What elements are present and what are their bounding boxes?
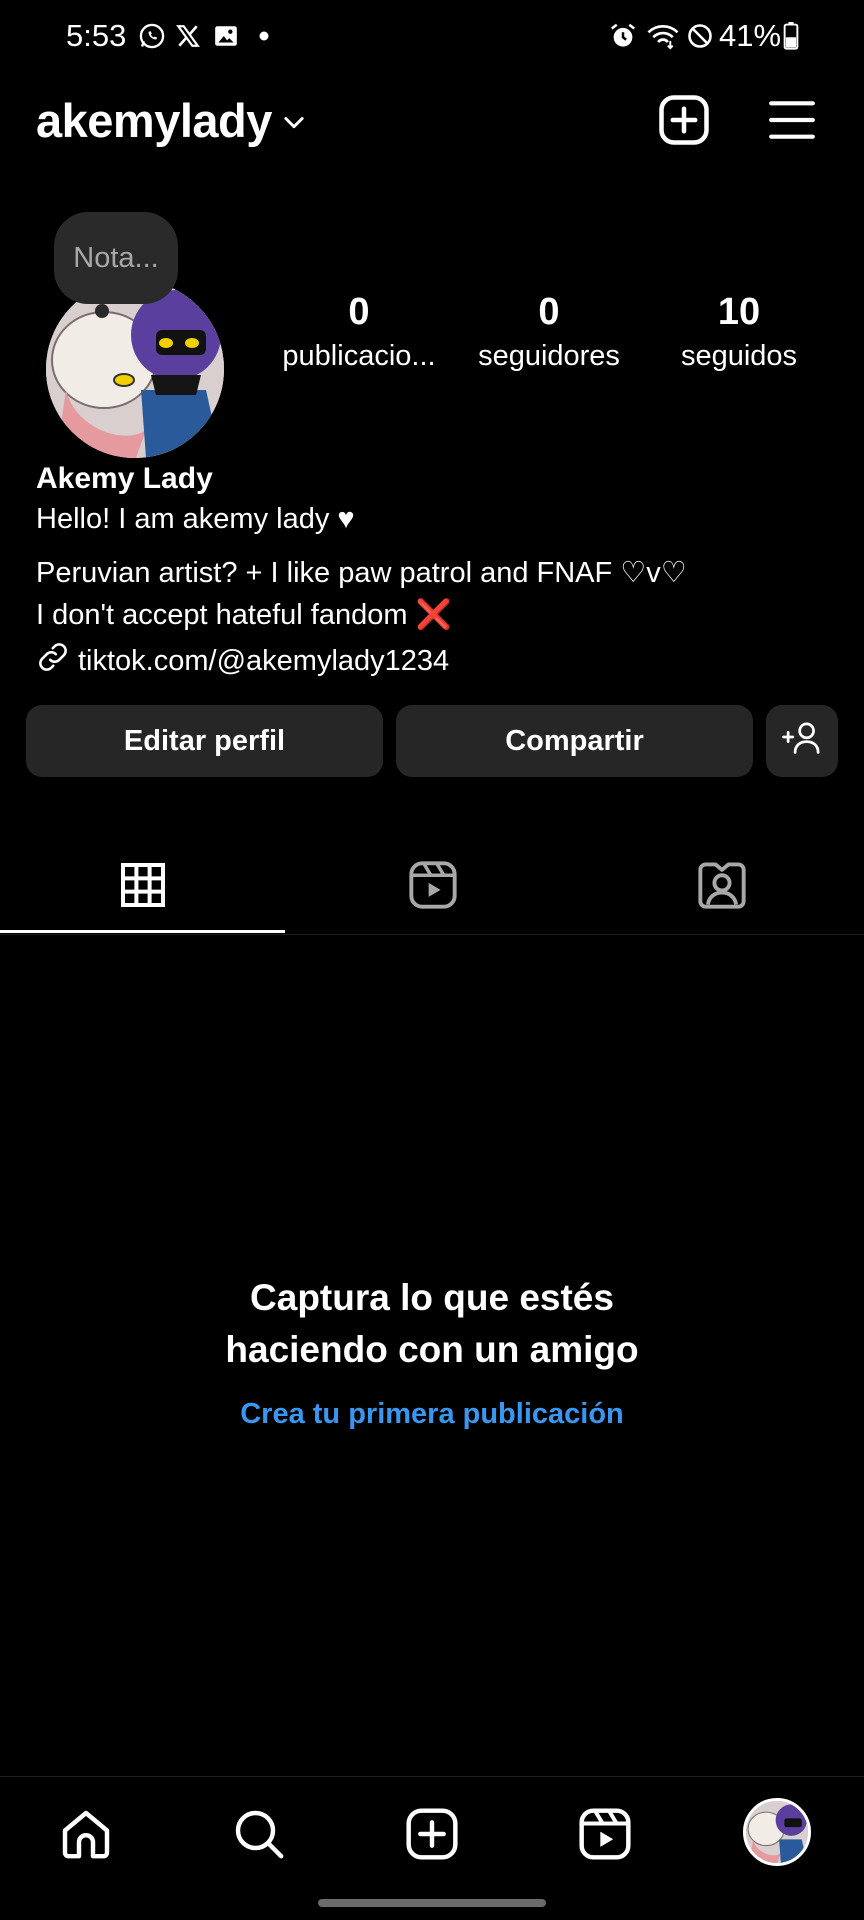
home-icon	[58, 1806, 114, 1867]
stat-posts-label: publicacio...	[282, 340, 436, 372]
battery-percentage: 41%	[719, 18, 782, 53]
status-bar: 5:53 41%	[0, 0, 864, 72]
create-first-post-link[interactable]: Crea tu primera publicación	[0, 1398, 864, 1431]
create-icon	[657, 93, 711, 152]
note-bubble-tail	[95, 304, 109, 318]
nav-create[interactable]	[396, 1800, 468, 1872]
active-tab-indicator	[0, 930, 285, 933]
battery-icon	[782, 20, 800, 52]
stat-posts[interactable]: 0 publicacio...	[269, 288, 449, 376]
edit-profile-button[interactable]: Editar perfil	[26, 705, 383, 777]
share-profile-button[interactable]: Compartir	[396, 705, 753, 777]
stat-followers-label: seguidores	[478, 340, 620, 372]
stat-followers[interactable]: 0 seguidores	[459, 288, 639, 376]
nav-search[interactable]	[223, 1800, 295, 1872]
stat-following-label: seguidos	[680, 340, 798, 372]
tagged-icon	[696, 859, 748, 916]
stat-followers-value: 0	[538, 291, 560, 333]
menu-icon	[767, 97, 817, 148]
chevron-down-icon[interactable]	[280, 108, 308, 136]
link-icon	[36, 640, 70, 682]
dot-icon	[256, 20, 272, 52]
bio-line: Hello! I am akemy lady ♥	[36, 503, 355, 535]
profile-avatar[interactable]	[46, 280, 224, 458]
nav-home[interactable]	[50, 1800, 122, 1872]
stat-following[interactable]: 10 seguidos	[649, 288, 829, 376]
nav-profile-avatar[interactable]	[743, 1798, 811, 1866]
display-name: Akemy Lady	[36, 462, 213, 495]
menu-button[interactable]	[762, 92, 822, 152]
bottom-nav-divider	[0, 1776, 864, 1777]
home-indicator[interactable]	[318, 1899, 546, 1907]
bio-line: Peruvian artist? + I like paw patrol and…	[36, 557, 687, 589]
grid-icon	[119, 861, 167, 914]
reels-icon	[577, 1806, 633, 1867]
bio-line: I don't accept hateful fandom ❌	[36, 599, 452, 631]
add-person-icon	[782, 719, 822, 763]
whatsapp-icon	[136, 20, 168, 52]
username-switcher[interactable]: akemylady	[36, 93, 272, 148]
gallery-icon	[210, 20, 242, 52]
bio-link-text: tiktok.com/@akemylady1234	[78, 644, 450, 677]
empty-state-title-line: Captura lo que estés	[250, 1277, 614, 1318]
do-not-disturb-icon	[684, 20, 716, 52]
search-icon	[231, 1806, 287, 1867]
empty-state-title: Captura lo que estés haciendo con un ami…	[0, 1272, 864, 1376]
create-button[interactable]	[654, 92, 714, 152]
x-icon	[172, 20, 204, 52]
note-bubble[interactable]: Nota...	[54, 212, 178, 304]
stat-following-value: 10	[717, 291, 761, 333]
create-icon	[404, 1806, 460, 1867]
empty-state-title-line: haciendo con un amigo	[225, 1329, 639, 1370]
discover-people-button[interactable]	[766, 705, 838, 777]
bio-link[interactable]: tiktok.com/@akemylady1234	[36, 640, 449, 682]
tab-tagged[interactable]	[580, 840, 864, 934]
wifi-icon	[644, 20, 682, 52]
reels-icon	[407, 859, 459, 916]
nav-reels[interactable]	[569, 1800, 641, 1872]
status-time: 5:53	[66, 18, 127, 53]
stat-posts-value: 0	[348, 291, 370, 333]
tab-posts-grid[interactable]	[0, 840, 285, 934]
tab-reels[interactable]	[290, 840, 575, 934]
tab-divider	[0, 934, 864, 935]
alarm-icon	[606, 20, 640, 52]
